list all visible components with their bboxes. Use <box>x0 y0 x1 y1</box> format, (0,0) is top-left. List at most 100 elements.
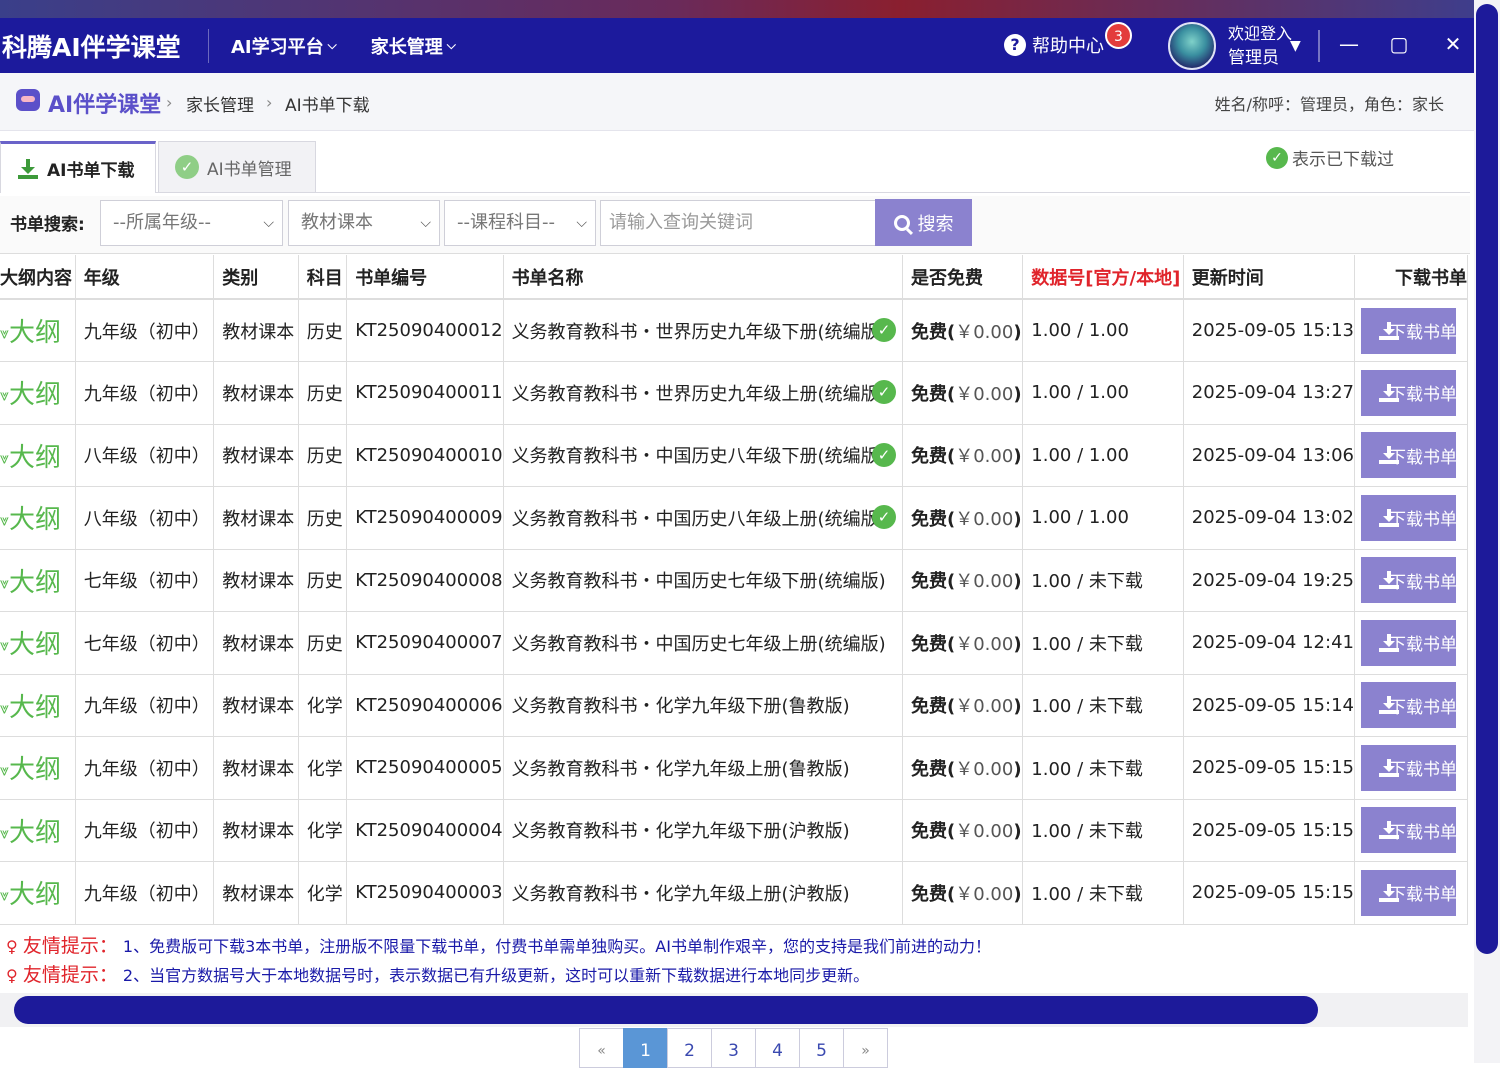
cell-name-text: 义务教育教科书・化学九年级下册(鲁教版) <box>511 696 850 718</box>
outline-link[interactable]: ⩔大纲 <box>0 549 76 612</box>
booklist-table: 大纲内容 年级 类别 科目 书单编号 书单名称 是否免费 数据号[官方/本地] … <box>0 255 1468 925</box>
outline-link[interactable]: ⩔大纲 <box>0 424 76 487</box>
nav-parent-management[interactable]: 家长管理 ⌵ <box>371 33 456 59</box>
caret-down-icon[interactable]: ▼ <box>1290 38 1301 54</box>
outline-link[interactable]: ⩔大纲 <box>0 861 76 925</box>
cell-name: 义务教育教科书・中国历史八年级上册(统编版) ✓ <box>503 486 904 550</box>
cell-subject: 历史 <box>298 486 348 550</box>
column-header: 类别 <box>213 255 299 300</box>
cell-free: 免费(￥0.00) <box>902 486 1024 550</box>
free-amount: ￥0.00 <box>955 508 1014 530</box>
cell-download: 下载书单 <box>1354 861 1468 925</box>
download-booklist-button[interactable]: 下载书单 <box>1360 307 1456 354</box>
tab-ai-booklist-management[interactable]: ✓ AI书单管理 <box>158 141 316 192</box>
outline-label: 大纲 <box>9 755 62 786</box>
cell-category: 教材课本 <box>213 611 299 675</box>
cell-name: 义务教育教科书・化学九年级下册(鲁教版) <box>503 674 904 737</box>
nav-ai-platform[interactable]: AI学习平台 ⌵ <box>231 33 337 59</box>
outline-link[interactable]: ⩔大纲 <box>0 674 76 737</box>
user-info[interactable]: 欢迎登入 管理员 <box>1228 22 1292 70</box>
download-booklist-button[interactable]: 下载书单 <box>1360 682 1456 729</box>
vertical-scrollbar[interactable] <box>1474 0 1500 1063</box>
cell-name-text: 义务教育教科书・中国历史七年级下册(统编版) <box>511 571 886 593</box>
pagination-page[interactable]: 4 <box>755 1028 800 1068</box>
download-icon <box>17 158 39 179</box>
tab-ai-booklist-download[interactable]: AI书单下载 <box>0 141 156 193</box>
pagination-page[interactable]: 3 <box>711 1028 756 1068</box>
outline-link[interactable]: ⩔大纲 <box>0 799 76 862</box>
horizontal-scrollbar[interactable] <box>0 993 1468 1027</box>
close-icon[interactable]: ✕ <box>1438 32 1468 56</box>
outline-link[interactable]: ⩔大纲 <box>0 299 76 362</box>
cell-data-number: 1.00 / 未下载 <box>1022 799 1184 862</box>
cell-name-text: 义务教育教科书・中国历史七年级上册(统编版) <box>511 633 886 655</box>
tip-label: 友情提示： <box>22 935 118 957</box>
outline-link[interactable]: ⩔大纲 <box>0 736 76 800</box>
cell-code: KT25090400007 <box>346 611 504 675</box>
pagination-page[interactable]: 1 <box>623 1028 668 1068</box>
column-header: 数据号[官方/本地] <box>1022 255 1184 300</box>
cell-code: KT25090400005 <box>346 736 504 800</box>
download-button-label: 下载书单 <box>1388 822 1456 843</box>
download-button-label: 下载书单 <box>1388 447 1456 468</box>
download-booklist-button[interactable]: 下载书单 <box>1360 869 1456 916</box>
cell-code: KT25090400008 <box>346 549 504 612</box>
double-chevron-down-icon: ⩔ <box>0 510 10 530</box>
outline-link[interactable]: ⩔大纲 <box>0 486 76 550</box>
double-chevron-down-icon: ⩔ <box>0 573 10 593</box>
pagination-page[interactable]: 5 <box>799 1028 844 1068</box>
downloaded-check-icon: ✓ <box>872 442 896 467</box>
cell-free: 免费(￥0.00) <box>902 549 1024 612</box>
maximize-icon[interactable]: ▢ <box>1384 32 1414 56</box>
outline-link[interactable]: ⩔大纲 <box>0 361 76 425</box>
window-top-strip <box>0 0 1500 18</box>
download-booklist-button[interactable]: 下载书单 <box>1360 744 1456 791</box>
cell-category: 教材课本 <box>213 861 299 925</box>
horizontal-scrollbar-thumb[interactable] <box>14 996 1318 1024</box>
minimize-icon[interactable]: — <box>1334 32 1364 56</box>
cell-subject: 历史 <box>298 424 348 487</box>
subject-select[interactable]: --课程科目-- ⌵ <box>444 200 596 246</box>
cell-name: 义务教育教科书・化学九年级上册(沪教版) <box>503 861 904 925</box>
downloaded-legend-text: 表示已下载过 <box>1292 150 1394 170</box>
outline-link[interactable]: ⩔大纲 <box>0 611 76 675</box>
breadcrumb-home[interactable]: AI伴学课堂 <box>48 87 161 119</box>
booklist-table-container[interactable]: 大纲内容 年级 类别 科目 书单编号 书单名称 是否免费 数据号[官方/本地] … <box>0 255 1468 925</box>
download-booklist-button[interactable]: 下载书单 <box>1360 494 1456 541</box>
cell-updated: 2025-09-05 15:15 <box>1183 861 1355 925</box>
download-booklist-button[interactable]: 下载书单 <box>1360 619 1456 666</box>
breadcrumb-parent-management[interactable]: 家长管理 <box>186 91 254 116</box>
pagination-prev[interactable]: « <box>579 1028 624 1068</box>
question-icon: ? <box>1004 34 1026 56</box>
cell-grade: 九年级（初中） <box>75 736 215 800</box>
download-booklist-button[interactable]: 下载书单 <box>1360 807 1456 854</box>
free-close: ) <box>1013 446 1022 468</box>
cell-subject: 化学 <box>298 861 348 925</box>
search-button[interactable]: 搜索 <box>875 199 972 246</box>
cell-download: 下载书单 <box>1354 611 1468 675</box>
table-row: ⩔大纲 九年级（初中） 教材课本 化学 KT25090400004 义务教育教科书・化学九… <box>0 799 1468 862</box>
cell-updated: 2025-09-05 15:15 <box>1183 736 1355 800</box>
cell-download: 下载书单 <box>1354 299 1468 362</box>
grade-select[interactable]: --所属年级-- ⌵ <box>100 200 283 246</box>
cell-subject: 历史 <box>298 299 348 362</box>
help-center-button[interactable]: ? 帮助中心 <box>1004 32 1104 58</box>
cell-name-text: 义务教育教科书・化学九年级下册(沪教版) <box>511 821 850 843</box>
category-select[interactable]: 教材课本 ⌵ <box>288 200 440 246</box>
search-input[interactable]: 请输入查询关键词 <box>600 200 876 246</box>
column-header: 书单名称 <box>503 255 904 300</box>
column-header: 书单编号 <box>346 255 504 300</box>
download-booklist-button[interactable]: 下载书单 <box>1360 432 1456 479</box>
download-button-label: 下载书单 <box>1388 885 1456 906</box>
vertical-scrollbar-thumb[interactable] <box>1476 4 1498 954</box>
cell-name-text: 义务教育教科书・化学九年级上册(沪教版) <box>511 883 850 905</box>
pagination-next[interactable]: » <box>843 1028 888 1068</box>
double-chevron-down-icon: ⩔ <box>0 760 10 780</box>
avatar[interactable] <box>1168 22 1216 70</box>
download-booklist-button[interactable]: 下载书单 <box>1360 557 1456 604</box>
cell-download: 下载书单 <box>1354 674 1468 737</box>
pagination-page[interactable]: 2 <box>667 1028 712 1068</box>
cell-data-number: 1.00 / 1.00 <box>1022 299 1184 362</box>
download-booklist-button[interactable]: 下载书单 <box>1360 369 1456 416</box>
cell-download: 下载书单 <box>1354 799 1468 862</box>
